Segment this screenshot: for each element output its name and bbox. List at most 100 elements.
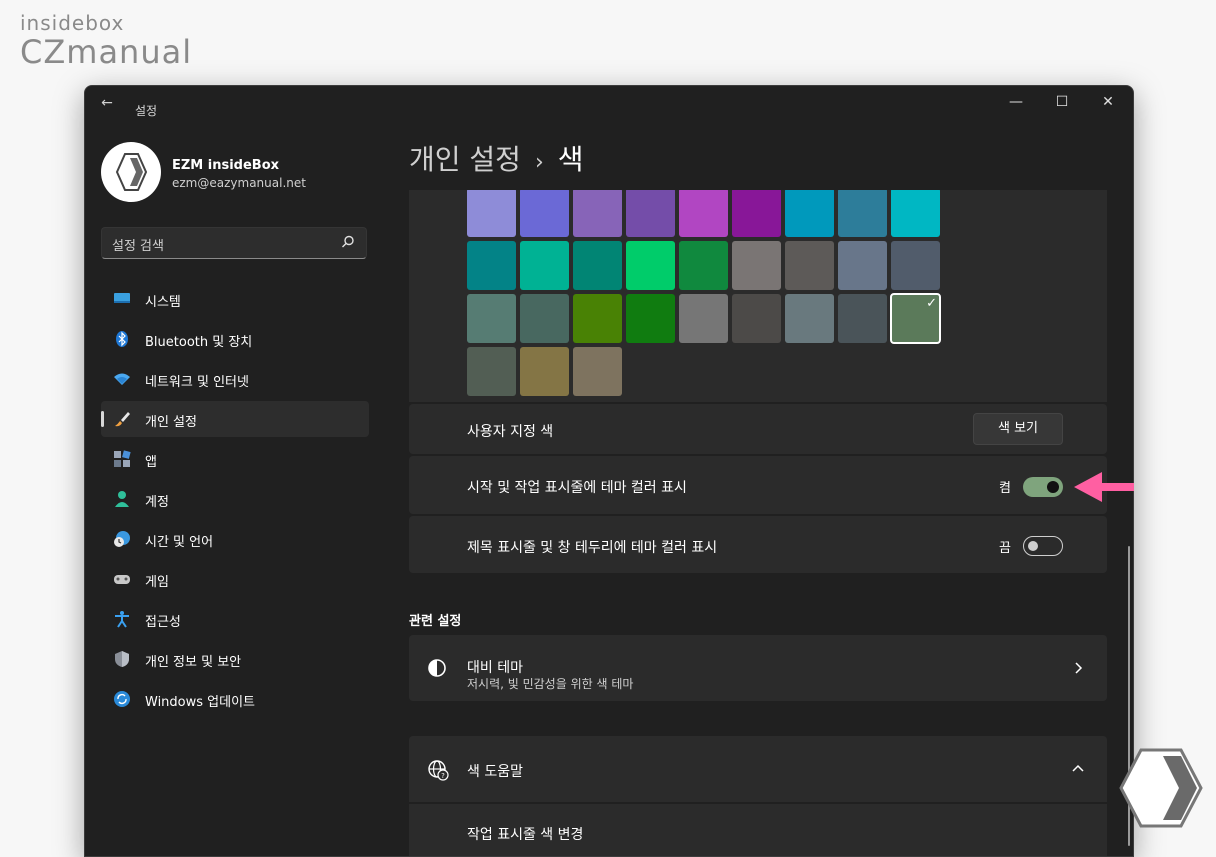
page-title: 색 — [557, 143, 584, 176]
sidebar-item-label: 개인 정보 및 보안 — [145, 655, 242, 670]
accent-color-swatch[interactable] — [626, 190, 675, 237]
profile-name: EZM insideBox — [172, 158, 280, 173]
back-button[interactable]: ← — [99, 95, 115, 111]
sidebar-item-network[interactable]: 네트워크 및 인터넷 — [101, 361, 369, 397]
checkmark-icon: ✓ — [926, 296, 937, 311]
titlebar-accent-toggle[interactable] — [1023, 536, 1063, 556]
start-taskbar-accent-toggle[interactable] — [1023, 477, 1063, 497]
watermark-top: insidebox — [20, 11, 125, 35]
accent-color-swatch[interactable] — [838, 294, 887, 343]
settings-window: ← 설정 — ☐ ✕ EZM insideBox ezm@eazymanual.… — [84, 85, 1134, 857]
sidebar-item-privacy[interactable]: 개인 정보 및 보안 — [101, 641, 369, 677]
accent-color-swatch[interactable] — [732, 294, 781, 343]
maximize-button[interactable]: ☐ — [1039, 92, 1085, 112]
accent-color-swatch[interactable] — [520, 190, 569, 237]
sidebar-item-time-language[interactable]: 시간 및 언어 — [101, 521, 369, 557]
accent-color-swatch[interactable] — [467, 190, 516, 237]
sidebar-item-label: 네트워크 및 인터넷 — [145, 375, 249, 390]
sidebar-item-bluetooth[interactable]: Bluetooth 및 장치 — [101, 321, 369, 357]
accent-color-swatch[interactable] — [467, 241, 516, 290]
account-icon — [115, 491, 129, 507]
accent-color-swatch[interactable] — [467, 294, 516, 343]
accent-color-swatch[interactable] — [679, 294, 728, 343]
sidebar-item-personalization[interactable]: 개인 설정 — [101, 401, 369, 437]
sidebar-item-label: 시간 및 언어 — [145, 535, 214, 550]
accent-color-swatch[interactable] — [785, 294, 834, 343]
contrast-icon — [428, 659, 446, 677]
accent-color-swatch[interactable] — [679, 241, 728, 290]
toggle-knob — [1028, 541, 1038, 551]
sidebar-item-label: 게임 — [145, 575, 169, 590]
app-title: 설정 — [135, 104, 158, 118]
accent-color-swatch[interactable] — [573, 241, 622, 290]
accent-color-swatch[interactable] — [573, 347, 622, 396]
accent-color-swatch[interactable] — [626, 241, 675, 290]
sidebar-item-label: 개인 설정 — [145, 415, 197, 430]
accent-color-swatch[interactable] — [626, 294, 675, 343]
accent-color-swatch[interactable] — [732, 241, 781, 290]
toggle-knob — [1047, 481, 1059, 493]
content-pane: ✓ 사용자 지정 색 색 보기 시작 및 작업 표시줄에 테마 컬러 표시 켬 … — [409, 190, 1109, 856]
color-help-header[interactable]: ? 색 도움말 — [409, 736, 1107, 802]
accent-color-swatch[interactable] — [573, 190, 622, 237]
accent-color-swatch[interactable] — [467, 347, 516, 396]
help-link-taskbar-color[interactable]: 작업 표시줄 색 변경 — [467, 824, 583, 844]
start-taskbar-accent-row: 시작 및 작업 표시줄에 테마 컬러 표시 켬 — [409, 456, 1107, 514]
contrast-theme-row[interactable]: 대비 테마 저시력, 빛 민감성을 위한 색 테마 — [409, 635, 1107, 701]
accent-color-swatch[interactable] — [520, 241, 569, 290]
accent-color-card: ✓ — [409, 190, 1107, 402]
title-bar: ← 설정 — ☐ ✕ — [85, 86, 1133, 118]
search-input[interactable]: 설정 검색 — [112, 235, 164, 254]
apps-icon — [114, 450, 131, 467]
contrast-theme-title: 대비 테마 — [467, 660, 523, 676]
accent-color-swatch[interactable] — [679, 190, 728, 237]
accent-color-swatch[interactable]: ✓ — [890, 293, 941, 344]
sidebar-item-label: 계정 — [145, 495, 169, 510]
watermark-logo: insidebox CZmanual — [20, 12, 192, 70]
update-icon — [114, 691, 130, 707]
accent-color-swatch[interactable] — [520, 347, 569, 396]
breadcrumb-parent[interactable]: 개인 설정 — [409, 143, 521, 176]
bluetooth-icon — [116, 331, 128, 347]
accent-color-swatch[interactable] — [732, 190, 781, 237]
sidebar-item-gaming[interactable]: 게임 — [101, 561, 369, 597]
view-colors-button[interactable]: 색 보기 — [973, 413, 1063, 445]
accent-color-swatch[interactable] — [838, 190, 887, 237]
chevron-right-icon — [1075, 662, 1083, 674]
clock-globe-icon — [114, 531, 130, 547]
sidebar-item-label: 앱 — [145, 455, 157, 470]
titlebar-accent-label: 제목 표시줄 및 창 테두리에 테마 컬러 표시 — [467, 540, 718, 556]
accent-color-swatch[interactable] — [891, 190, 940, 237]
minimize-button[interactable]: — — [993, 92, 1039, 112]
titlebar-accent-state: 끔 — [999, 541, 1011, 556]
pointer-arrow-icon — [1074, 472, 1134, 502]
sidebar-item-accessibility[interactable]: 접근성 — [101, 601, 369, 637]
titlebar-accent-row: 제목 표시줄 및 창 테두리에 테마 컬러 표시 끔 — [409, 516, 1107, 573]
sidebar-item-windows-update[interactable]: Windows 업데이트 — [101, 681, 369, 717]
custom-color-row: 사용자 지정 색 색 보기 — [409, 404, 1107, 454]
accent-color-swatch[interactable] — [785, 241, 834, 290]
user-profile[interactable]: EZM insideBox ezm@eazymanual.net — [101, 142, 381, 206]
related-settings-heading: 관련 설정 — [409, 614, 462, 629]
search-icon[interactable] — [340, 234, 356, 250]
accent-color-swatch[interactable] — [573, 294, 622, 343]
chevron-up-icon[interactable] — [1071, 762, 1085, 776]
accent-color-swatch[interactable] — [785, 190, 834, 237]
accent-color-swatch[interactable] — [520, 294, 569, 343]
sidebar-item-accounts[interactable]: 계정 — [101, 481, 369, 517]
accent-color-swatch[interactable] — [891, 241, 940, 290]
accessibility-icon — [115, 611, 129, 628]
close-button[interactable]: ✕ — [1085, 92, 1131, 112]
sidebar-item-label: 접근성 — [145, 615, 181, 630]
custom-color-label: 사용자 지정 색 — [467, 424, 554, 440]
sidebar-item-label: Bluetooth 및 장치 — [145, 335, 253, 350]
start-taskbar-accent-label: 시작 및 작업 표시줄에 테마 컬러 표시 — [467, 480, 687, 496]
color-help-body: 작업 표시줄 색 변경 — [409, 804, 1107, 856]
sidebar-item-system[interactable]: 시스템 — [101, 281, 369, 317]
globe-help-icon: ? — [428, 760, 449, 781]
accent-color-swatch[interactable] — [838, 241, 887, 290]
sidebar-item-label: 시스템 — [145, 295, 181, 310]
shield-icon — [115, 651, 129, 667]
sidebar-item-apps[interactable]: 앱 — [101, 441, 369, 477]
search-box[interactable]: 설정 검색 — [101, 227, 367, 259]
